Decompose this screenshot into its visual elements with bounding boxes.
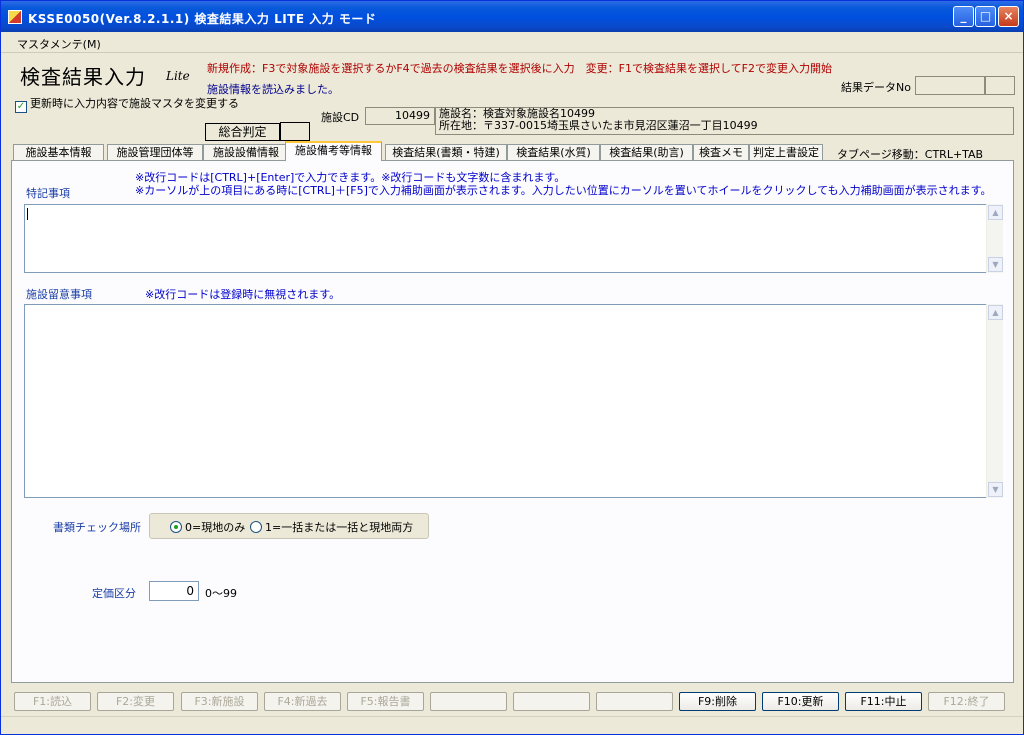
facility-notes-note: ※改行コードは登録時に無視されます。	[145, 288, 341, 301]
tab-remarks[interactable]: 施設備考等情報	[285, 141, 382, 161]
f7-empty-button[interactable]	[513, 692, 590, 711]
f3-new-facility-button[interactable]: F3:新施設	[181, 692, 258, 711]
facility-info: 施設名：検査対象施設名10499 所在地：〒337-0015埼玉県さいたま市見沼…	[435, 107, 1014, 135]
overall-judgment-label: 総合判定	[205, 123, 280, 141]
doc-check-label: 書類チェック場所	[53, 521, 141, 534]
f12-exit-button[interactable]: F12:終了	[928, 692, 1005, 711]
doc-check-group: 0=現地のみ 1=一括または一括と現地両方	[149, 513, 429, 539]
facility-cd-label: 施設CD	[321, 111, 360, 124]
facility-notes-label: 施設留意事項	[26, 288, 92, 301]
facility-notes-input[interactable]	[24, 304, 1003, 498]
f2-edit-button[interactable]: F2:変更	[97, 692, 174, 711]
menu-maintenance[interactable]: マスタメンテ(M)	[17, 36, 101, 52]
price-category-range: 0～99	[205, 587, 237, 600]
special-notes-input[interactable]	[24, 204, 1003, 273]
result-no-field	[915, 76, 985, 95]
tab-judgment-override[interactable]: 判定上書設定	[749, 144, 823, 161]
doc-check-option-bulk-label: 1=一括または一括と現地両方	[265, 521, 414, 534]
input-assist-note: ※カーソルが上の項目にある時に[CTRL]＋[F5]で入力補助画面が表示されます…	[135, 184, 992, 197]
app-icon	[8, 10, 22, 24]
overall-judgment-field	[280, 122, 310, 141]
checkbox-check-icon[interactable]: ✓	[15, 101, 27, 113]
facility-cd-field: 10499	[365, 107, 435, 125]
status-bar	[1, 716, 1023, 734]
tab-management[interactable]: 施設管理団体等	[107, 144, 203, 161]
tab-result-advice[interactable]: 検査結果(助言)	[600, 144, 693, 161]
f5-report-button[interactable]: F5:報告書	[347, 692, 424, 711]
facility-address: 所在地：〒337-0015埼玉県さいたま市見沼区蓮沼一丁目10499	[439, 119, 758, 132]
window-title: KSSE0050(Ver.8.2.1.1) 検査結果入力 LITE 入力 モード	[28, 12, 377, 26]
function-key-bar: F1:読込 F2:変更 F3:新施設 F4:新過去 F5:報告書 F9:削除 F…	[11, 692, 1014, 714]
radio-checked-icon[interactable]	[170, 521, 182, 533]
tab-result-documents[interactable]: 検査結果(書類・特建)	[385, 144, 507, 161]
price-category-input[interactable]: 0	[149, 581, 199, 601]
update-master-checkbox[interactable]: ✓ 更新時に入力内容で施設マスタを変更する	[15, 95, 239, 113]
minimize-button[interactable]: _	[953, 6, 974, 27]
f1-load-button[interactable]: F1:読込	[14, 692, 91, 711]
f8-empty-button[interactable]	[596, 692, 673, 711]
maximize-button[interactable]: □	[975, 6, 996, 27]
tab-equipment[interactable]: 施設設備情報	[203, 144, 289, 161]
doc-check-option-local[interactable]: 0=現地のみ	[170, 519, 245, 535]
result-no-label: 結果データNo	[841, 81, 911, 94]
tab-inspection-memo[interactable]: 検査メモ	[693, 144, 749, 161]
result-no-sub-field	[985, 76, 1015, 95]
f10-update-button[interactable]: F10:更新	[762, 692, 839, 711]
doc-check-option-local-label: 0=現地のみ	[185, 521, 246, 534]
f9-delete-button[interactable]: F9:削除	[679, 692, 756, 711]
page-title: 検査結果入力	[20, 65, 146, 89]
radio-unchecked-icon[interactable]	[250, 521, 262, 533]
doc-check-option-bulk[interactable]: 1=一括または一括と現地両方	[250, 519, 413, 535]
update-master-label: 更新時に入力内容で施設マスタを変更する	[30, 97, 239, 110]
price-category-label: 定価区分	[92, 587, 136, 600]
instruction-message: 新規作成：F3で対象施設を選択するかF4で過去の検査結果を選択後に入力 変更：F…	[207, 62, 832, 75]
f6-empty-button[interactable]	[430, 692, 507, 711]
special-notes-label: 特記事項	[26, 187, 70, 200]
title-bar[interactable]: KSSE0050(Ver.8.2.1.1) 検査結果入力 LITE 入力 モード…	[1, 1, 1023, 32]
close-button[interactable]: ×	[998, 6, 1019, 27]
tab-facility-basic[interactable]: 施設基本情報	[13, 144, 104, 161]
f11-cancel-button[interactable]: F11:中止	[845, 692, 922, 711]
f4-new-from-past-button[interactable]: F4:新過去	[264, 692, 341, 711]
page-title-lite: Lite	[166, 69, 190, 83]
menu-bar: マスタメンテ(M)	[1, 32, 1023, 53]
main-window: KSSE0050(Ver.8.2.1.1) 検査結果入力 LITE 入力 モード…	[0, 0, 1024, 735]
tab-result-water[interactable]: 検査結果(水質)	[507, 144, 600, 161]
